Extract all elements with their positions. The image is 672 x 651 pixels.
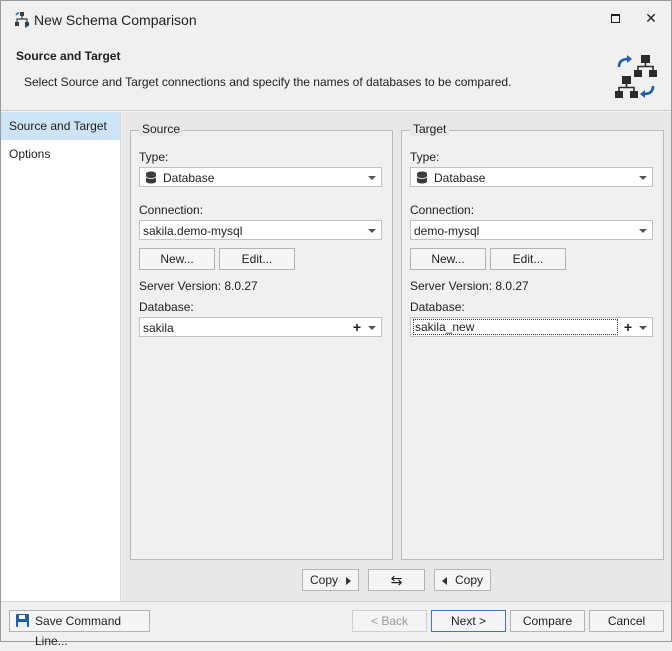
- arrow-right-icon: [346, 576, 351, 585]
- chevron-down-icon[interactable]: [368, 176, 376, 180]
- target-new-button[interactable]: New...: [410, 248, 486, 270]
- source-connection-combo[interactable]: sakila.demo-mysql: [139, 220, 382, 240]
- target-type-combo[interactable]: Database: [410, 167, 653, 187]
- source-connection-value: sakila.demo-mysql: [143, 224, 243, 238]
- page-title: Source and Target: [16, 49, 121, 63]
- database-icon: [145, 171, 157, 184]
- source-database-combo[interactable]: sakila +: [139, 317, 382, 337]
- target-legend: Target: [410, 122, 450, 136]
- target-edit-button[interactable]: Edit...: [490, 248, 566, 270]
- next-button[interactable]: Next >: [431, 610, 506, 632]
- close-icon: ✕: [645, 9, 657, 26]
- add-database-icon[interactable]: +: [624, 319, 632, 335]
- source-edit-button[interactable]: Edit...: [219, 248, 295, 270]
- copy-to-source-button[interactable]: Copy: [434, 569, 491, 591]
- wizard-header: Source and Target Select Source and Targ…: [1, 37, 671, 111]
- page-description: Select Source and Target connections and…: [24, 75, 512, 89]
- window-title: New Schema Comparison: [34, 12, 197, 28]
- sidebar-item-options[interactable]: Options: [1, 140, 120, 168]
- source-group: Source Type: Database Connection: sakila…: [130, 122, 393, 560]
- chevron-down-icon[interactable]: [368, 326, 376, 330]
- chevron-down-icon[interactable]: [639, 229, 647, 233]
- dialog-window: New Schema Comparison ✕ Source and Targe…: [0, 0, 672, 648]
- chevron-down-icon[interactable]: [368, 229, 376, 233]
- target-database-combo[interactable]: sakila_new +: [410, 317, 653, 337]
- target-type-value: Database: [434, 171, 486, 185]
- chevron-down-icon[interactable]: [639, 326, 647, 330]
- floppy-disk-icon: [16, 614, 29, 627]
- source-type-label: Type:: [139, 150, 169, 164]
- target-database-value[interactable]: sakila_new: [413, 319, 618, 335]
- source-connection-label: Connection:: [139, 203, 204, 217]
- close-button[interactable]: ✕: [638, 7, 664, 29]
- save-command-line-button[interactable]: Save Command Line...: [9, 610, 150, 648]
- maximize-button[interactable]: [602, 7, 628, 29]
- maximize-icon: [610, 13, 620, 23]
- chevron-down-icon[interactable]: [639, 176, 647, 180]
- wizard-nav: Source and Target Options: [1, 112, 121, 601]
- copy-to-target-button[interactable]: Copy: [302, 569, 359, 591]
- arrow-left-icon: [441, 576, 447, 585]
- footer-bar: Save Command Line... < Back Next > Compa…: [1, 601, 671, 648]
- copy-left-label: Copy: [454, 573, 483, 587]
- sidebar-item-source-and-target[interactable]: Source and Target: [1, 112, 120, 140]
- source-database-label: Database:: [139, 300, 194, 314]
- target-connection-label: Connection:: [410, 203, 475, 217]
- swap-icon: ⇆: [390, 572, 403, 588]
- compare-button[interactable]: Compare: [510, 610, 585, 632]
- source-database-value[interactable]: sakila: [143, 321, 174, 335]
- cancel-button[interactable]: Cancel: [589, 610, 664, 632]
- source-new-button[interactable]: New...: [139, 248, 215, 270]
- back-button[interactable]: < Back: [352, 610, 427, 632]
- add-database-icon[interactable]: +: [353, 319, 361, 335]
- save-command-line-label: Save Command Line...: [35, 614, 122, 648]
- target-connection-value: demo-mysql: [414, 224, 480, 238]
- wizard-content: Source Type: Database Connection: sakila…: [122, 112, 671, 601]
- swap-button[interactable]: ⇆: [368, 569, 425, 591]
- schema-sync-diagram-icon: [615, 55, 657, 98]
- target-group: Target Type: Database Connection: demo-m…: [401, 122, 664, 560]
- target-database-label: Database:: [410, 300, 465, 314]
- database-icon: [416, 171, 428, 184]
- target-type-label: Type:: [410, 150, 440, 164]
- title-bar: New Schema Comparison ✕: [1, 1, 671, 37]
- target-connection-combo[interactable]: demo-mysql: [410, 220, 653, 240]
- source-server-version: Server Version: 8.0.27: [139, 279, 258, 293]
- source-legend: Source: [139, 122, 184, 136]
- source-type-value: Database: [163, 171, 215, 185]
- copy-right-label: Copy: [309, 573, 338, 587]
- target-server-version: Server Version: 8.0.27: [410, 279, 529, 293]
- schema-compare-icon: [15, 12, 29, 28]
- source-type-combo[interactable]: Database: [139, 167, 382, 187]
